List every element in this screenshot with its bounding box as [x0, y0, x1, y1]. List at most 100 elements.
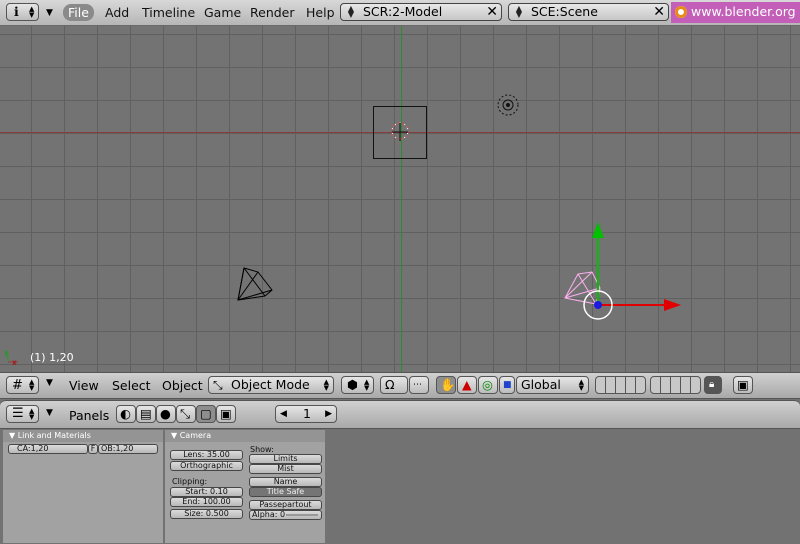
updown-icon: ▲ ▼: [323, 378, 329, 392]
axis-icon: ⤡: [180, 406, 191, 421]
scene-selector[interactable]: ▲ ▼ SCE:Scene ✕: [508, 3, 669, 21]
collapse-triangle-icon[interactable]: ▼: [46, 8, 53, 18]
top-menu-bar: i ▲ ▼ ▼ File Add Timeline Game Render Hel…: [0, 0, 800, 26]
panel-title: Link and Materials: [17, 431, 91, 440]
grid-icon: #: [12, 378, 23, 393]
orientation-selector[interactable]: Global ▲ ▼: [516, 376, 589, 394]
alpha-slider[interactable]: Alpha: 0: [249, 510, 322, 520]
buttons-editor-type[interactable]: ☰ ▲ ▼: [6, 405, 39, 423]
collapse-triangle-icon[interactable]: ▼: [46, 408, 53, 418]
info-icon: i: [14, 4, 19, 19]
window-type-button[interactable]: i ▲ ▼: [6, 3, 39, 21]
editing-context-button[interactable]: ▢: [196, 405, 216, 423]
lock-button[interactable]: 🔒︎: [704, 376, 722, 394]
manipulator-toggle[interactable]: ✋: [436, 376, 456, 394]
snap-button[interactable]: ⋯: [409, 376, 429, 394]
viewport-status: (1) 1,20: [30, 351, 74, 364]
menu-timeline[interactable]: Timeline: [137, 4, 200, 21]
mode-label: Object Mode: [231, 377, 310, 392]
menu-render[interactable]: Render: [245, 4, 300, 21]
viewport-header: # ▲ ▼ ▼ View Select Object ⤡ Object Mode …: [0, 372, 800, 399]
cube-icon: ⬢: [347, 377, 358, 392]
updown-icon: ▲ ▼: [364, 378, 370, 392]
object-mode-icon: ⤡: [213, 378, 223, 392]
camera-data-name: CA:1,20: [17, 444, 49, 453]
buttons-area: ▼ Link and Materials CA:1,20 F OB:1,20 ▼…: [0, 429, 800, 544]
collapse-triangle-icon[interactable]: ▼: [46, 378, 53, 388]
clip-start-field[interactable]: Start: 0.10: [170, 487, 243, 497]
pivot-icon: Ω: [385, 377, 395, 392]
script-icon: ▤: [140, 406, 152, 421]
menu-file[interactable]: File: [63, 4, 94, 21]
layer-buttons-1[interactable]: [595, 376, 646, 394]
menu-view[interactable]: View: [69, 378, 99, 393]
shading-context-button[interactable]: ●: [156, 405, 176, 423]
logic-icon: ◐: [120, 406, 131, 421]
scene-name: SCE:Scene: [531, 4, 598, 19]
blender-logo-icon: [675, 6, 687, 18]
lock-icon: 🔒︎: [709, 379, 715, 390]
orthographic-toggle[interactable]: Orthographic: [170, 461, 243, 471]
pivot-button[interactable]: Ω: [380, 376, 408, 394]
draw-type-button[interactable]: ⬢ ▲ ▼: [341, 376, 374, 394]
updown-icon: ▲ ▼: [515, 4, 523, 19]
scale-manip-button[interactable]: ■: [499, 376, 515, 394]
url-bar: www.blender.org 2: [671, 2, 800, 23]
menu-select[interactable]: Select: [112, 378, 151, 393]
selected-camera: [564, 271, 601, 305]
render-preview-button[interactable]: ▣: [733, 376, 753, 394]
corner-axis-y-label: y: [4, 348, 9, 357]
updown-icon: ▲ ▼: [578, 378, 584, 392]
buttons-header: ☰ ▲ ▼ ▼ Panels ◐ ▤ ● ⤡ ▢ ▣ ◀ 1 ▶: [0, 400, 800, 429]
logic-context-button[interactable]: ◐: [116, 405, 136, 423]
close-icon[interactable]: ✕: [653, 4, 665, 20]
translate-manip-button[interactable]: ▲: [457, 376, 477, 394]
panels-menu[interactable]: Panels: [69, 408, 109, 423]
3d-viewport[interactable]: y x (1) 1,20: [0, 26, 800, 372]
camera-data-field[interactable]: CA:1,20: [8, 444, 88, 454]
screen-selector[interactable]: ▲ ▼ SCR:2-Model ✕: [340, 3, 502, 21]
square-icon: ■: [503, 380, 512, 390]
size-field[interactable]: Size: 0.500: [170, 509, 243, 519]
object-name-field[interactable]: OB:1,20: [98, 444, 158, 454]
mist-toggle[interactable]: Mist: [249, 464, 322, 474]
name-toggle[interactable]: Name: [249, 477, 322, 487]
script-context-button[interactable]: ▤: [136, 405, 156, 423]
panel-header[interactable]: ▼ Camera: [165, 430, 325, 442]
menu-help[interactable]: Help: [301, 4, 340, 21]
arrow-right-icon: ▶: [325, 409, 332, 419]
buttons-window-icon: ☰: [12, 406, 24, 421]
clip-end-field[interactable]: End: 100.00: [170, 497, 243, 507]
rotate-manip-button[interactable]: ◎: [478, 376, 498, 394]
fake-user-button[interactable]: F: [88, 444, 98, 454]
mode-selector[interactable]: ⤡ Object Mode ▲ ▼: [208, 376, 334, 394]
updown-icon: ▲ ▼: [29, 407, 35, 421]
clipping-label: Clipping:: [172, 477, 208, 486]
passepartout-toggle[interactable]: Passepartout: [249, 500, 322, 510]
limits-toggle[interactable]: Limits: [249, 454, 322, 464]
title-safe-toggle[interactable]: Title Safe: [249, 487, 322, 497]
orientation-label: Global: [521, 377, 561, 392]
collapse-triangle-icon: ▼: [171, 431, 180, 440]
scene-context-button[interactable]: ▣: [216, 405, 236, 423]
menu-object[interactable]: Object: [162, 378, 203, 393]
alpha-label: Alpha: 0: [252, 510, 286, 519]
updown-icon: ▲ ▼: [347, 4, 355, 19]
camera-object: [237, 267, 273, 301]
show-label: Show:: [250, 445, 274, 454]
layer-buttons-2[interactable]: [650, 376, 701, 394]
panel-title: Camera: [179, 431, 212, 440]
lens-field[interactable]: Lens: 35.00: [170, 450, 243, 460]
screen-name: SCR:2-Model: [363, 4, 443, 19]
menu-add[interactable]: Add: [100, 4, 134, 21]
transform-manipulator: [583, 222, 681, 320]
menu-game[interactable]: Game: [199, 4, 246, 21]
editor-type-button[interactable]: # ▲ ▼: [6, 376, 39, 394]
panel-header[interactable]: ▼ Link and Materials: [3, 430, 163, 442]
collapse-triangle-icon: ▼: [9, 431, 18, 440]
object-context-button[interactable]: ⤡: [176, 405, 196, 423]
frame-number-field[interactable]: ◀ 1 ▶: [275, 405, 337, 423]
close-icon[interactable]: ✕: [486, 4, 498, 20]
circle-icon: ◎: [482, 377, 493, 392]
image-icon: ▣: [737, 377, 749, 392]
